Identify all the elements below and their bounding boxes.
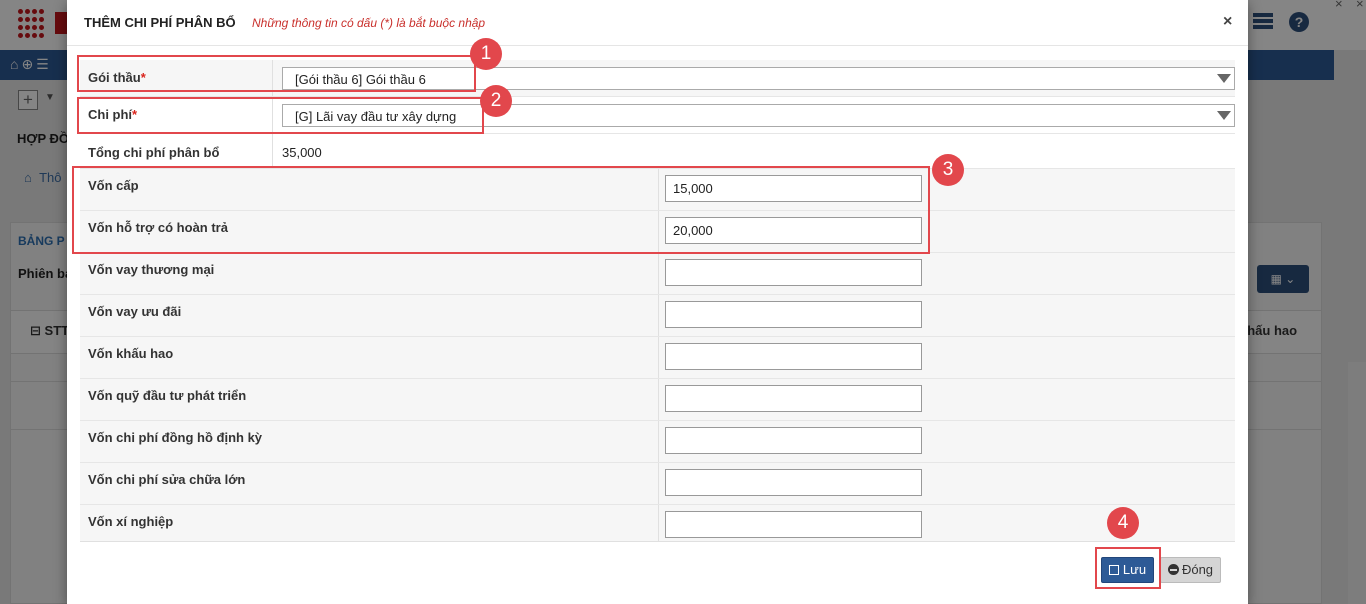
source-label: Vốn vay ưu đãi: [88, 304, 182, 319]
source-row-von-xi-nghiep: Vốn xí nghiệp: [80, 505, 1235, 542]
source-row-von-vay-thuong-mai: Vốn vay thương mại: [80, 253, 1235, 295]
source-row-von-khau-hao: Vốn khấu hao: [80, 337, 1235, 379]
modal-footer-divider: [80, 541, 1235, 542]
source-row-von-vay-uu-dai: Vốn vay ưu đãi: [80, 295, 1235, 337]
source-label: Vốn quỹ đầu tư phát triển: [88, 388, 247, 403]
goi-thau-select[interactable]: [Gói thầu 6] Gói thầu 6: [282, 67, 1235, 90]
goi-thau-row: Gói thầu* [Gói thầu 6] Gói thầu 6: [80, 60, 1235, 97]
chi-phi-select[interactable]: [G] Lãi vay đầu tư xây dựng: [282, 104, 1235, 127]
annotation-badge-3: 3: [932, 154, 964, 186]
tong-chi-phi-row: Tổng chi phí phân bổ 35,000: [80, 134, 1235, 169]
tong-chi-phi-value: 35,000: [282, 145, 322, 160]
chevron-down-icon: [1217, 111, 1231, 120]
source-label: Vốn cấp: [88, 178, 139, 193]
source-label: Vốn chi phí đồng hồ định kỳ: [88, 430, 263, 445]
goi-thau-label: Gói thầu*: [88, 70, 146, 85]
annotation-badge-2: 2: [480, 85, 512, 117]
source-row-von-cap: Vốn cấp: [80, 169, 1235, 211]
source-label: Vốn xí nghiệp: [88, 514, 174, 529]
chi-phi-row: Chi phí* [G] Lãi vay đầu tư xây dựng: [80, 97, 1235, 134]
von-khau-hao-input[interactable]: [665, 343, 922, 370]
source-label: Vốn hỗ trợ có hoàn trả: [88, 220, 228, 235]
goi-thau-value: [Gói thầu 6] Gói thầu 6: [295, 72, 426, 87]
von-quy-dtpt-input[interactable]: [665, 385, 922, 412]
source-row-von-sua-chua: Vốn chi phí sửa chữa lớn: [80, 463, 1235, 505]
close-icon[interactable]: ×: [1223, 13, 1232, 31]
source-label: Vốn chi phí sửa chữa lớn: [88, 472, 246, 487]
modal-header: THÊM CHI PHÍ PHÂN BỔ Những thông tin có …: [67, 0, 1248, 46]
annotation-badge-1: 1: [470, 38, 502, 70]
chi-phi-value: [G] Lãi vay đầu tư xây dựng: [295, 109, 457, 124]
modal-title: THÊM CHI PHÍ PHÂN BỔ: [84, 15, 236, 30]
add-cost-allocation-modal: THÊM CHI PHÍ PHÂN BỔ Những thông tin có …: [67, 0, 1248, 604]
von-ho-tro-input[interactable]: [665, 217, 922, 244]
close-button-label: Đóng: [1181, 562, 1214, 577]
von-cap-input[interactable]: [665, 175, 922, 202]
required-note: Những thông tin có dấu (*) là bắt buộc n…: [252, 16, 486, 30]
chi-phi-label: Chi phí*: [88, 107, 138, 122]
von-sua-chua-input[interactable]: [665, 469, 922, 496]
check-icon: [1108, 565, 1119, 575]
save-button-label: Lưu: [1122, 562, 1147, 577]
source-row-von-quy-dtpt: Vốn quỹ đầu tư phát triển: [80, 379, 1235, 421]
minus-circle-icon: [1167, 564, 1179, 575]
source-row-von-ho-tro: Vốn hỗ trợ có hoàn trả: [80, 211, 1235, 253]
source-label: Vốn vay thương mại: [88, 262, 215, 277]
source-row-von-dong-ho: Vốn chi phí đồng hồ định kỳ: [80, 421, 1235, 463]
close-button[interactable]: Đóng: [1160, 557, 1221, 583]
source-label: Vốn khấu hao: [88, 346, 174, 361]
annotation-badge-4: 4: [1107, 507, 1139, 539]
save-button[interactable]: Lưu: [1101, 557, 1154, 583]
von-vay-uu-dai-input[interactable]: [665, 301, 922, 328]
von-dong-ho-input[interactable]: [665, 427, 922, 454]
chevron-down-icon: [1217, 74, 1231, 83]
von-vay-thuong-mai-input[interactable]: [665, 259, 922, 286]
von-xi-nghiep-input[interactable]: [665, 511, 922, 538]
tong-chi-phi-label: Tổng chi phí phân bổ: [88, 145, 220, 160]
